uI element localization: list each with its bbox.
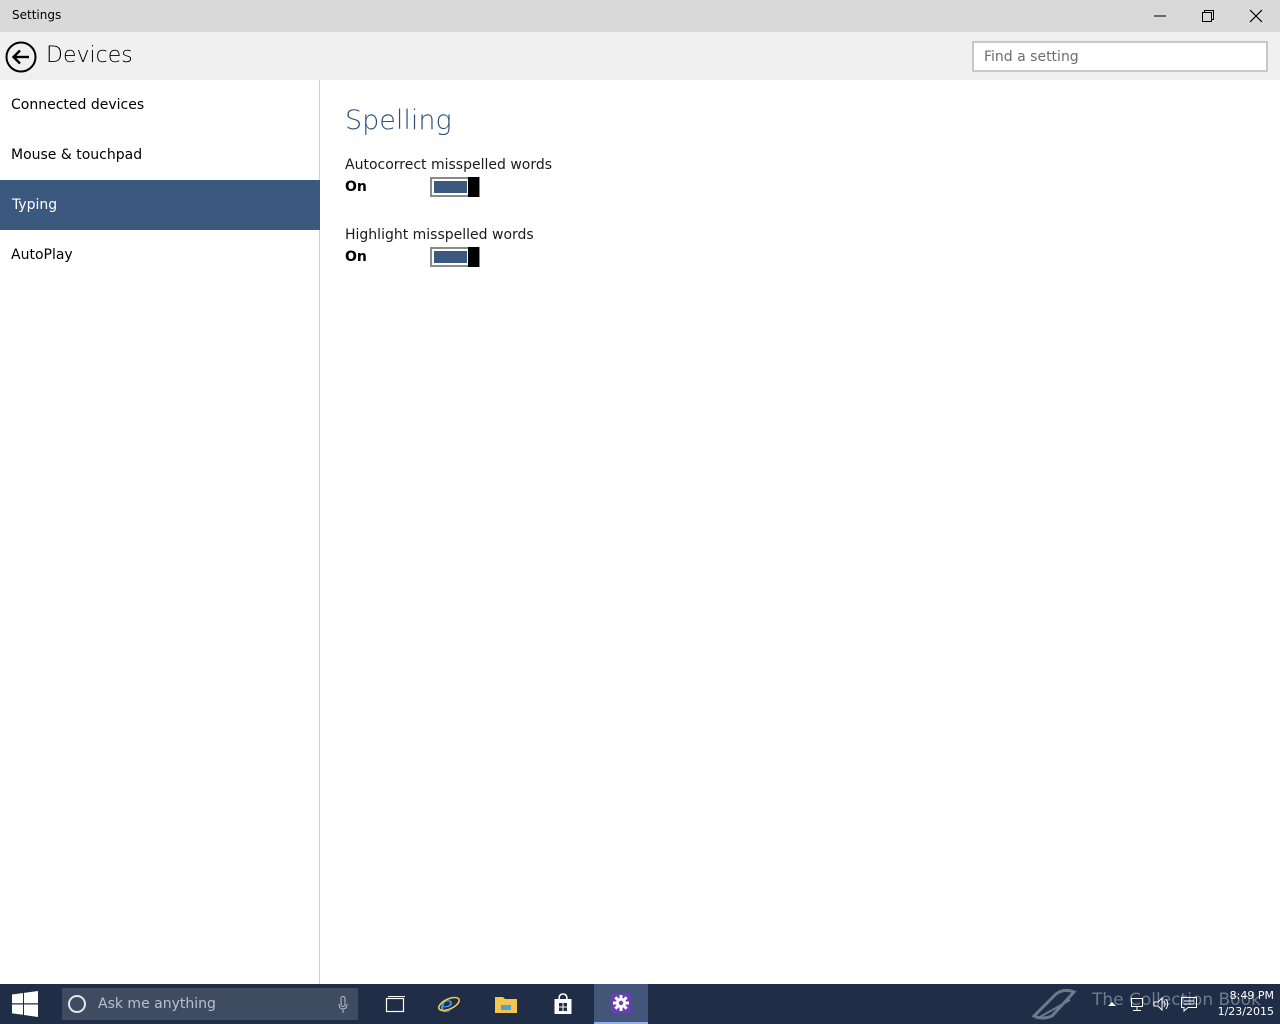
header: Devices	[0, 32, 1280, 80]
notification-icon	[1181, 997, 1197, 1012]
back-button[interactable]	[5, 41, 37, 73]
svg-text:e: e	[440, 993, 453, 1016]
section-title: Spelling	[345, 105, 452, 136]
title-bar: Settings	[0, 0, 1280, 32]
window-title: Settings	[12, 8, 62, 22]
store-button[interactable]	[536, 984, 590, 1024]
sidebar-item-connected-devices[interactable]: Connected devices	[0, 80, 320, 130]
microphone-icon[interactable]	[338, 996, 348, 1018]
settings-app-button[interactable]	[594, 984, 648, 1024]
sidebar-item-typing[interactable]: Typing	[0, 180, 320, 230]
page-title: Devices	[46, 43, 133, 68]
sidebar-item-label: Typing	[12, 197, 58, 213]
toggle-fill	[434, 251, 467, 263]
toggle-thumb[interactable]	[468, 177, 479, 197]
windows-logo-icon	[12, 991, 38, 1017]
setting-highlight: Highlight misspelled words On	[345, 227, 645, 269]
sidebar-item-label: AutoPlay	[11, 247, 73, 263]
toggle-state-label: On	[345, 249, 367, 265]
restore-icon	[1202, 10, 1214, 22]
gear-icon	[611, 993, 631, 1013]
toggle-fill	[434, 181, 467, 193]
show-hidden-icons-button[interactable]	[1104, 984, 1120, 1024]
clock-date: 1/23/2015	[1217, 1005, 1274, 1018]
file-explorer-button[interactable]	[479, 984, 533, 1024]
store-icon	[554, 993, 572, 1014]
chevron-up-icon	[1108, 1002, 1116, 1006]
back-arrow-icon	[5, 41, 37, 73]
internet-explorer-button[interactable]: e	[422, 984, 476, 1024]
internet-explorer-icon: e	[438, 993, 460, 1016]
start-button[interactable]	[0, 984, 50, 1024]
minimize-icon	[1154, 15, 1166, 17]
minimize-button[interactable]	[1136, 0, 1184, 32]
sidebar-item-label: Connected devices	[11, 97, 145, 113]
toggle-thumb[interactable]	[468, 247, 479, 267]
speaker-icon	[1153, 996, 1169, 1012]
clock[interactable]: 8:49 PM 1/23/2015	[1200, 988, 1274, 1020]
network-icon	[1131, 998, 1143, 1011]
sidebar-item-mouse-touchpad[interactable]: Mouse & touchpad	[0, 130, 320, 180]
highlight-toggle[interactable]	[430, 247, 480, 267]
taskbar: Ask me anything e The Collection Book 8:…	[0, 984, 1280, 1024]
autocorrect-toggle[interactable]	[430, 177, 480, 197]
action-center-button[interactable]	[1178, 984, 1200, 1024]
close-icon	[1249, 9, 1263, 23]
toggle-state-label: On	[345, 179, 367, 195]
sidebar-item-autoplay[interactable]: AutoPlay	[0, 230, 320, 280]
task-view-button[interactable]	[368, 984, 422, 1024]
sidebar: Connected devices Mouse & touchpad Typin…	[0, 80, 320, 984]
clock-time: 8:49 PM	[1229, 989, 1274, 1002]
network-button[interactable]	[1128, 984, 1148, 1024]
sidebar-item-label: Mouse & touchpad	[11, 147, 143, 163]
folder-icon	[495, 997, 517, 1013]
cortana-placeholder: Ask me anything	[98, 996, 216, 1012]
cortana-icon	[68, 995, 86, 1013]
search-input[interactable]	[974, 43, 1266, 70]
setting-label: Highlight misspelled words	[345, 227, 534, 243]
setting-label: Autocorrect misspelled words	[345, 157, 553, 173]
restore-button[interactable]	[1184, 0, 1232, 32]
cortana-search[interactable]: Ask me anything	[62, 988, 358, 1020]
close-button[interactable]	[1232, 0, 1280, 32]
setting-autocorrect: Autocorrect misspelled words On	[345, 157, 645, 199]
volume-button[interactable]	[1152, 984, 1172, 1024]
task-view-icon	[385, 996, 405, 1013]
search-box[interactable]	[972, 41, 1268, 72]
book-icon	[1031, 988, 1077, 1020]
